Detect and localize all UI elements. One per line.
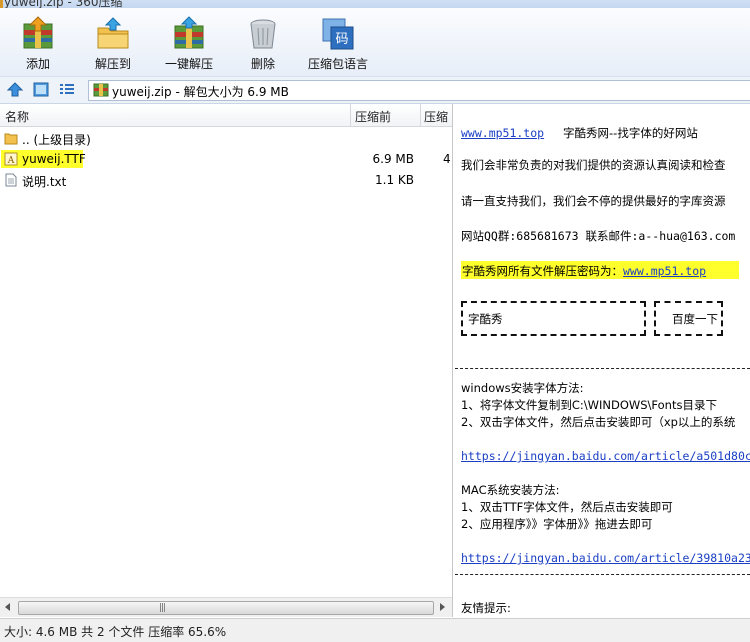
table-row-parent-dir[interactable]: .. (上级目录) — [0, 128, 452, 149]
app-icon — [0, 0, 3, 8]
delete-button[interactable]: 删除 — [243, 16, 283, 72]
baidu-button-outline[interactable]: 百度一下 — [654, 301, 723, 336]
add-button[interactable]: 添加 — [18, 16, 58, 72]
text-file-icon — [5, 173, 17, 187]
archive-language-label: 压缩包语言 — [307, 57, 368, 71]
path-field[interactable]: yuweij.zip - 解包大小为 6.9 MB — [88, 80, 750, 101]
horizontal-scrollbar[interactable]: ||| — [0, 597, 452, 617]
address-bar: yuweij.zip - 解包大小为 6.9 MB — [0, 76, 750, 104]
toolbar: 添加 解压到 一键解压 删除 码 压缩包语言 — [0, 8, 750, 76]
column-name[interactable]: 名称 — [5, 108, 29, 125]
search-box-text: 字酷秀 — [468, 312, 503, 326]
password-link[interactable]: www.mp51.top — [623, 264, 706, 278]
add-label: 添加 — [25, 57, 50, 71]
status-text: 大小: 4.6 MB 共 2 个文件 压缩率 65.6% — [4, 625, 227, 639]
font-file-icon: A — [4, 152, 18, 166]
one-click-extract-label: 一键解压 — [164, 57, 213, 71]
svg-text:A: A — [7, 156, 15, 166]
scroll-left-arrow-icon[interactable] — [5, 603, 10, 611]
site-link[interactable]: www.mp51.top — [461, 126, 544, 140]
table-row-text-file[interactable]: 说明.txt 1.1 KB — [0, 170, 452, 191]
windows-install-link[interactable]: https://jingyan.baidu.com/article/a501d8… — [461, 449, 750, 463]
table-row-font-file[interactable]: A yuweij.TTF 6.9 MB 4 — [0, 149, 452, 170]
windows-install-step-1: 1、将字体文件复制到C:\WINDOWS\Fonts目录下 — [461, 398, 717, 412]
search-box-outline[interactable]: 字酷秀 — [461, 301, 646, 336]
window-title: yuweij.zip - 360压缩 — [4, 0, 123, 8]
preview-divider — [455, 574, 750, 575]
preview-line-2: 请一直支持我们，我们会不停的提供最好的字库资源 — [461, 194, 726, 208]
file-name: .. (上级目录) — [22, 133, 91, 147]
baidu-button-text: 百度一下 — [672, 312, 718, 326]
extract-to-label: 解压到 — [94, 57, 131, 71]
language-icon-glyph: 码 — [335, 32, 348, 47]
scroll-right-arrow-icon[interactable] — [440, 603, 445, 611]
large-icon-view-icon[interactable] — [32, 81, 50, 98]
friendly-tip: 友情提示: — [461, 601, 511, 615]
preview-contact: 网站QQ群:685681673 联系邮件:a--hua@163.com — [461, 229, 736, 243]
column-divider[interactable] — [350, 104, 351, 126]
mac-install-title: MAC系统安装方法: — [461, 483, 560, 497]
file-name: 说明.txt — [22, 175, 67, 189]
file-compressed-size: 4 — [443, 152, 451, 166]
site-slogan: 字酷秀网--找字体的好网站 — [563, 126, 698, 140]
file-name: yuweij.TTF — [22, 152, 86, 166]
trash-can-icon — [250, 19, 276, 49]
folder-icon — [4, 133, 18, 145]
mac-install-link[interactable]: https://jingyan.baidu.com/article/39810a… — [461, 551, 750, 565]
windows-install-step-2: 2、双击字体文件，然后点击安装即可（xp以上的系统 — [461, 415, 736, 429]
extract-to-button[interactable]: 解压到 — [91, 16, 135, 72]
preview-password-line: 字酷秀网所有文件解压密码为：www.mp51.top — [461, 261, 739, 281]
preview-pane: www.mp51.top 字酷秀网--找字体的好网站 我们会非常负责的对我们提供… — [455, 104, 750, 617]
title-bar: yuweij.zip - 360压缩 — [0, 0, 750, 8]
column-compressed-after[interactable]: 压缩 — [424, 108, 448, 125]
windows-install-title: windows安装字体方法: — [461, 381, 584, 395]
scrollbar-thumb[interactable]: ||| — [18, 601, 434, 615]
mac-install-step-2: 2、应用程序》》字体册》》拖进去即可 — [461, 517, 653, 531]
one-click-extract-icon — [174, 16, 204, 49]
path-text: yuweij.zip - 解包大小为 6.9 MB — [112, 85, 289, 99]
archive-language-button[interactable]: 码 压缩包语言 — [306, 16, 370, 72]
file-list-header: 名称 压缩前 压缩 — [0, 104, 452, 127]
scrollbar-grip: ||| — [159, 603, 166, 613]
file-list-pane: 名称 压缩前 压缩 .. (上级目录) A yuweij.TTF 6.9 MB … — [0, 104, 453, 617]
mac-install-step-1: 1、双击TTF字体文件，然后点击安装即可 — [461, 500, 673, 514]
status-bar: 大小: 4.6 MB 共 2 个文件 压缩率 65.6% — [0, 618, 750, 642]
zip-file-icon — [93, 83, 109, 97]
language-code-icon: 码 — [322, 18, 354, 50]
extract-folder-icon — [97, 17, 129, 49]
column-divider[interactable] — [420, 104, 421, 126]
preview-line-1: 我们会非常负责的对我们提供的资源认真阅读和检查 — [461, 158, 726, 172]
column-compressed-before[interactable]: 压缩前 — [355, 108, 391, 125]
file-size: 6.9 MB — [372, 152, 414, 166]
up-arrow-icon[interactable] — [6, 81, 24, 98]
one-click-extract-button[interactable]: 一键解压 — [161, 16, 217, 72]
file-size: 1.1 KB — [375, 173, 414, 187]
add-archive-icon — [23, 16, 53, 49]
password-label: 字酷秀网所有文件解压密码为： — [462, 264, 623, 278]
delete-label: 删除 — [250, 57, 275, 71]
preview-line-site: www.mp51.top 字酷秀网--找字体的好网站 — [461, 125, 698, 141]
preview-divider — [455, 368, 750, 369]
list-view-icon[interactable] — [58, 81, 76, 98]
